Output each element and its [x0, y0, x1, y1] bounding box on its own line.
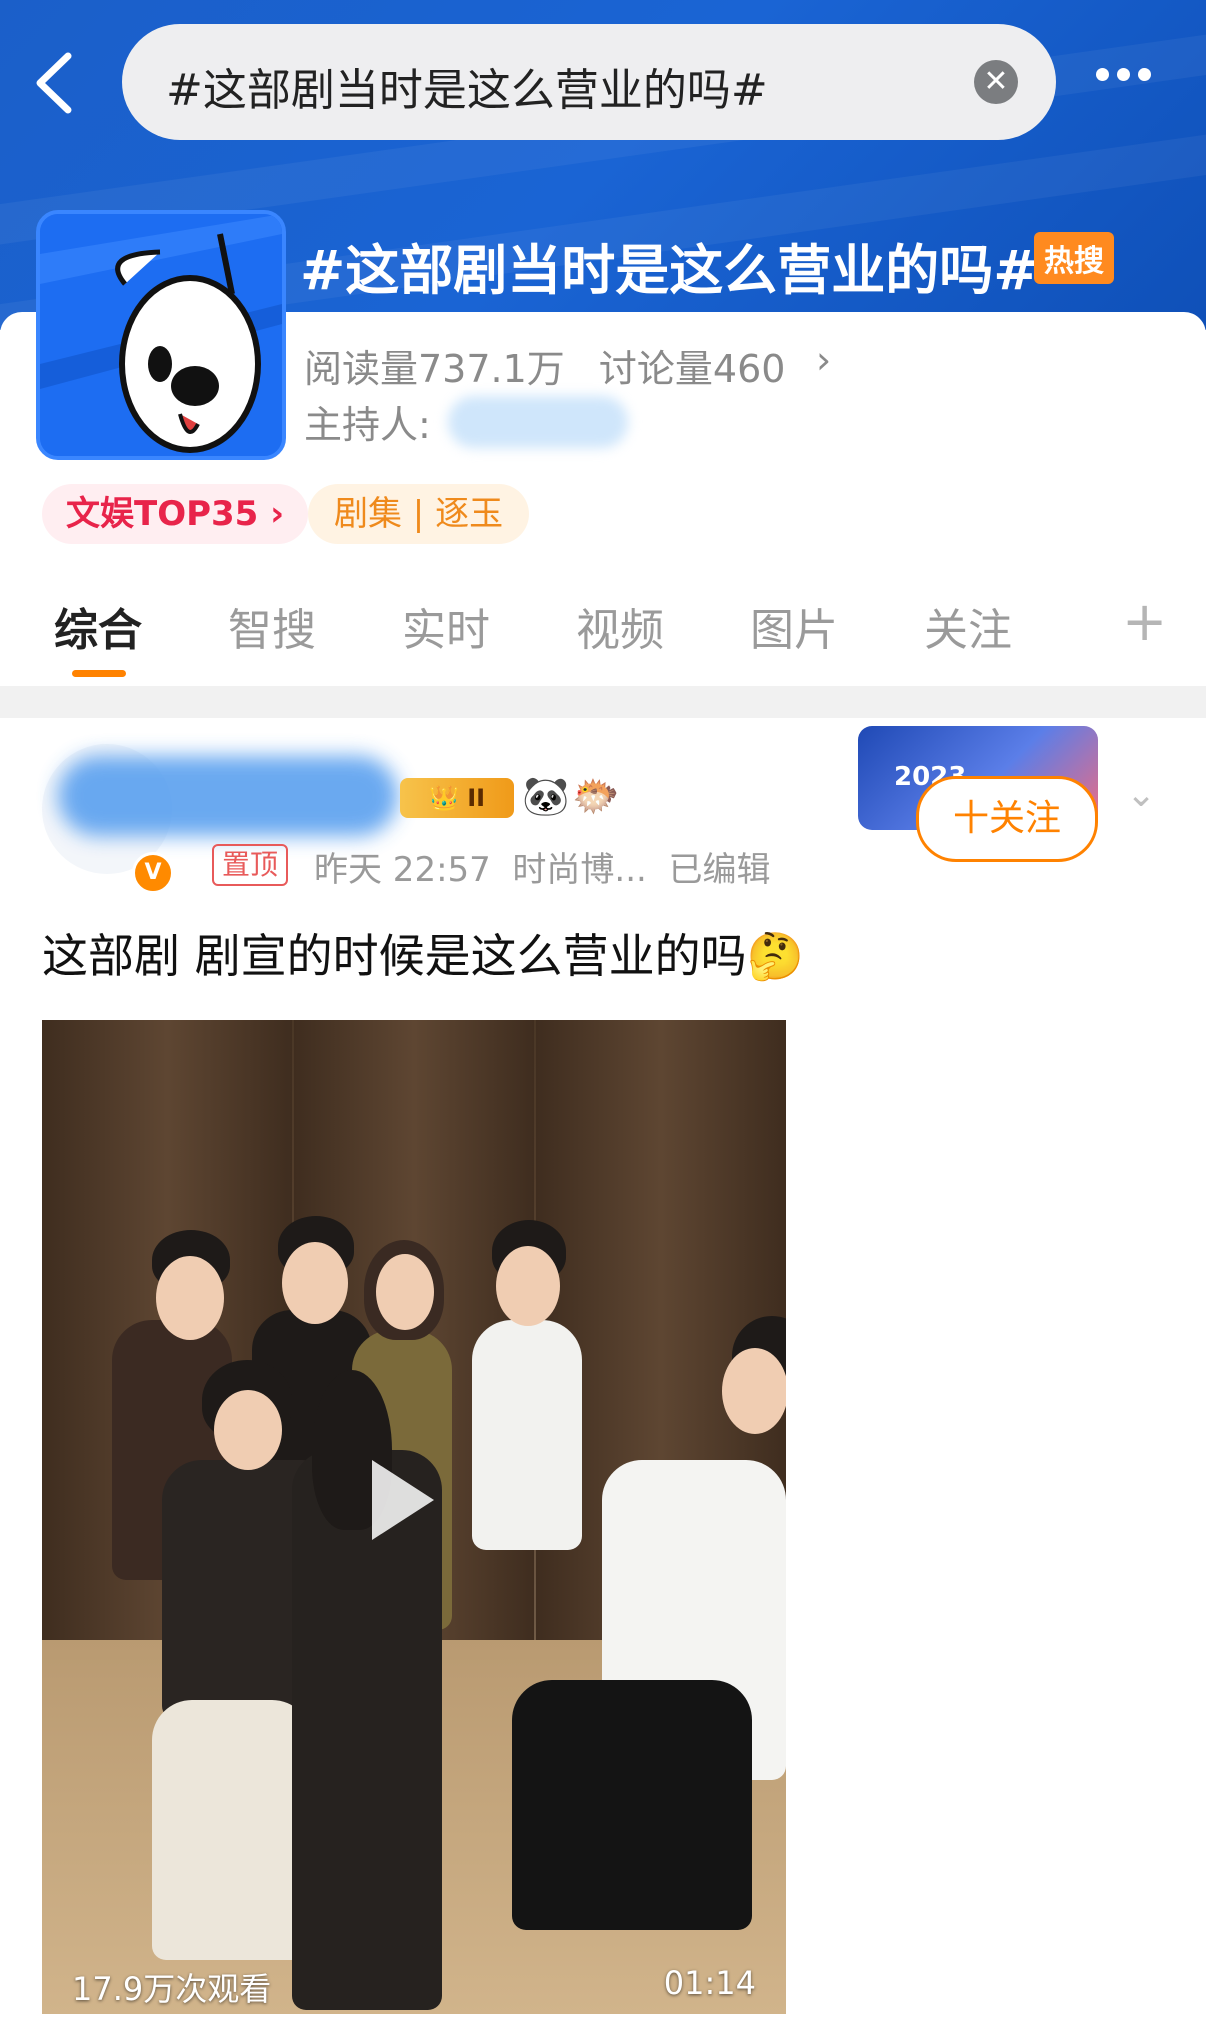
fish-icon: 🐡: [572, 774, 620, 818]
username-redacted[interactable]: [58, 756, 398, 836]
search-input[interactable]: #这部剧当时是这么营业的吗# ✕: [122, 24, 1056, 140]
post-text-content: 这部剧 剧宣的时候是这么营业的吗: [42, 929, 747, 983]
panda-icon: 🐼: [522, 774, 570, 818]
tab-following[interactable]: 关注: [924, 594, 1012, 658]
thinking-emoji: 🤔: [746, 929, 804, 983]
category-tag[interactable]: 剧集 | 逐玉: [308, 484, 530, 544]
person-head: [214, 1390, 282, 1470]
more-icon[interactable]: [1096, 66, 1166, 96]
back-arrow-icon[interactable]: [28, 48, 88, 118]
person-head: [376, 1254, 434, 1330]
person-head: [156, 1256, 224, 1340]
post-text: 这部剧 剧宣的时候是这么营业的吗🤔: [42, 920, 804, 986]
section-divider: [0, 686, 1206, 718]
view-count: 17.9万次观看: [72, 1970, 272, 2008]
discussion-count: 讨论量460: [598, 347, 786, 391]
host-label: 主持人:: [304, 403, 431, 447]
search-query: #这部剧当时是这么营业的吗#: [166, 65, 768, 116]
post-time: 昨天 22:57: [314, 850, 491, 890]
follow-button[interactable]: 十关注: [916, 776, 1098, 862]
video-thumbnail[interactable]: 17.9万次观看 01:14: [42, 1020, 786, 2014]
topic-avatar: [36, 210, 286, 460]
person-head: [282, 1242, 348, 1324]
vip-level: II: [467, 784, 486, 812]
clear-icon[interactable]: ✕: [974, 60, 1018, 104]
verified-icon: V: [132, 852, 174, 894]
tab-images[interactable]: 图片: [750, 594, 838, 658]
person-figure: [472, 1320, 582, 1550]
read-count: 阅读量737.1万: [304, 347, 565, 391]
video-duration: 01:14: [663, 1964, 756, 2002]
pinned-badge: 置顶: [212, 844, 289, 886]
post-meta: 昨天 22:57 时尚博... 已编辑: [314, 842, 770, 891]
topic-stats[interactable]: 阅读量737.1万 讨论量460: [304, 338, 807, 393]
host-name-redacted: [448, 396, 628, 448]
tab-realtime[interactable]: 实时: [402, 594, 490, 658]
chevron-down-icon[interactable]: ⌄: [1126, 774, 1156, 815]
tab-bar: 综合 智搜 实时 视频 图片 关注 +: [0, 590, 1206, 686]
person-head: [722, 1348, 786, 1434]
edited-label: 已编辑: [668, 850, 771, 890]
chevron-right-icon[interactable]: ›: [816, 338, 831, 382]
tab-comprehensive[interactable]: 综合: [54, 594, 142, 658]
ranking-tag[interactable]: 文娱TOP35 ›: [42, 484, 309, 544]
play-icon[interactable]: [372, 1460, 434, 1540]
topic-title: #这部剧当时是这么营业的吗#: [300, 239, 1039, 302]
post-source[interactable]: 时尚博...: [512, 850, 646, 890]
person-figure: [512, 1680, 752, 1930]
person-figure: [152, 1700, 312, 1960]
tab-video[interactable]: 视频: [576, 594, 664, 658]
plus-icon[interactable]: +: [1122, 590, 1167, 653]
tab-smart-search[interactable]: 智搜: [228, 594, 316, 658]
person-head: [496, 1246, 560, 1326]
hot-badge: 热搜: [1034, 232, 1114, 284]
active-tab-indicator: [72, 670, 126, 677]
vip-badge: 👑 II: [400, 778, 514, 818]
